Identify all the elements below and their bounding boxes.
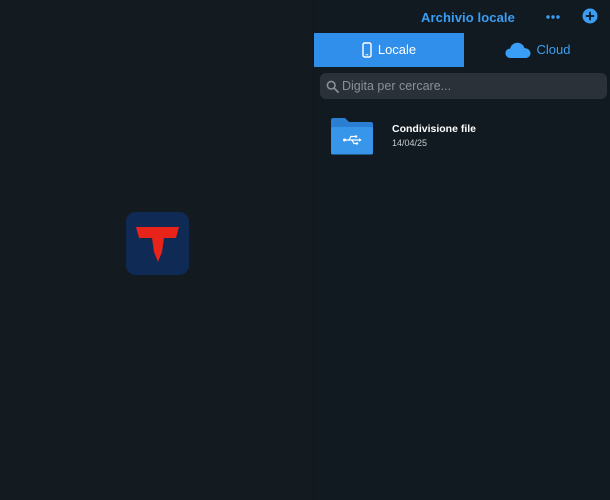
search-icon xyxy=(326,80,339,93)
storage-segmented-control: Locale Cloud xyxy=(314,33,610,67)
app-logo xyxy=(126,212,189,275)
file-date: 14/04/25 xyxy=(392,138,428,148)
navigation-bar: Archivio locale xyxy=(314,0,610,34)
left-pane xyxy=(0,0,313,500)
tab-cloud[interactable]: Cloud xyxy=(464,33,610,67)
tab-locale[interactable]: Locale xyxy=(314,33,464,67)
cloud-icon xyxy=(505,42,531,58)
list-item[interactable]: Condivisione file 14/04/25 xyxy=(314,110,610,160)
app-window: Archivio locale Locale Cloud Digita per … xyxy=(0,0,610,500)
file-browser-pane: Archivio locale Locale Cloud Digita per … xyxy=(313,0,610,500)
nav-title: Archivio locale xyxy=(421,10,515,25)
search-input[interactable] xyxy=(342,74,607,98)
phone-icon xyxy=(362,42,372,58)
t-logo-icon xyxy=(126,212,189,275)
usb-folder-icon xyxy=(331,118,373,155)
tab-cloud-label: Cloud xyxy=(536,42,571,57)
plus-circle-icon[interactable] xyxy=(582,8,598,24)
tab-locale-label: Locale xyxy=(377,42,417,57)
file-name: Condivisione file xyxy=(392,123,477,135)
search-bar xyxy=(320,73,607,99)
ellipsis-icon[interactable] xyxy=(545,10,561,24)
